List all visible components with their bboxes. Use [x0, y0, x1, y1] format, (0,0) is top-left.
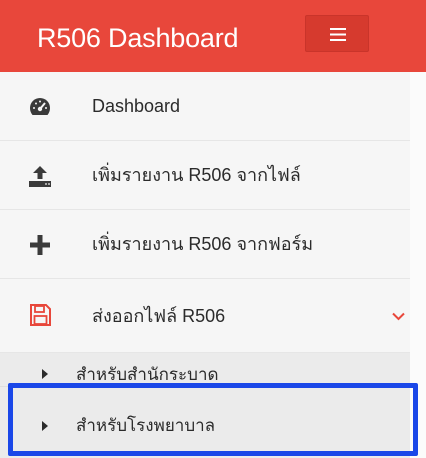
tachometer-icon	[30, 98, 50, 115]
sidebar-item-add-report-file[interactable]: เพิ่มรายงาน R506 จากไฟล์	[0, 141, 410, 210]
export-submenu: สำหรับสำนักระบาด สำหรับโรงพยาบาล	[0, 353, 410, 458]
hamburger-icon	[330, 28, 346, 41]
sidebar-item-label: เพิ่มรายงาน R506 จากไฟล์	[92, 165, 301, 185]
brand-title[interactable]: R506 Dashboard	[37, 22, 239, 54]
sidebar-item-dashboard[interactable]: Dashboard	[0, 72, 410, 141]
caret-right-icon	[42, 369, 48, 379]
submenu-item-hospital[interactable]: สำหรับโรงพยาบาล	[0, 399, 410, 454]
menu-toggle-button[interactable]	[305, 15, 369, 52]
top-header: R506 Dashboard	[0, 0, 426, 72]
sidebar-item-export-r506[interactable]: ส่งออกไฟล์ R506	[0, 279, 410, 353]
caret-right-icon	[42, 421, 48, 431]
submenu-item-label: สำหรับสำนักระบาด	[76, 365, 219, 384]
upload-icon	[29, 166, 51, 187]
sidebar-scrollbar[interactable]	[410, 72, 426, 458]
plus-icon	[30, 235, 50, 255]
sidebar-item-label: Dashboard	[92, 96, 181, 116]
submenu-item-label: สำหรับโรงพยาบาล	[76, 416, 216, 435]
submenu-item-epidemiology-bureau[interactable]: สำหรับสำนักระบาด	[0, 353, 410, 387]
chevron-down-icon	[392, 312, 405, 321]
sidebar-item-label: เพิ่มรายงาน R506 จากฟอร์ม	[92, 234, 314, 254]
save-icon	[30, 304, 51, 326]
sidebar-item-label: ส่งออกไฟล์ R506	[92, 306, 226, 326]
sidebar-item-add-report-form[interactable]: เพิ่มรายงาน R506 จากฟอร์ม	[0, 210, 410, 279]
